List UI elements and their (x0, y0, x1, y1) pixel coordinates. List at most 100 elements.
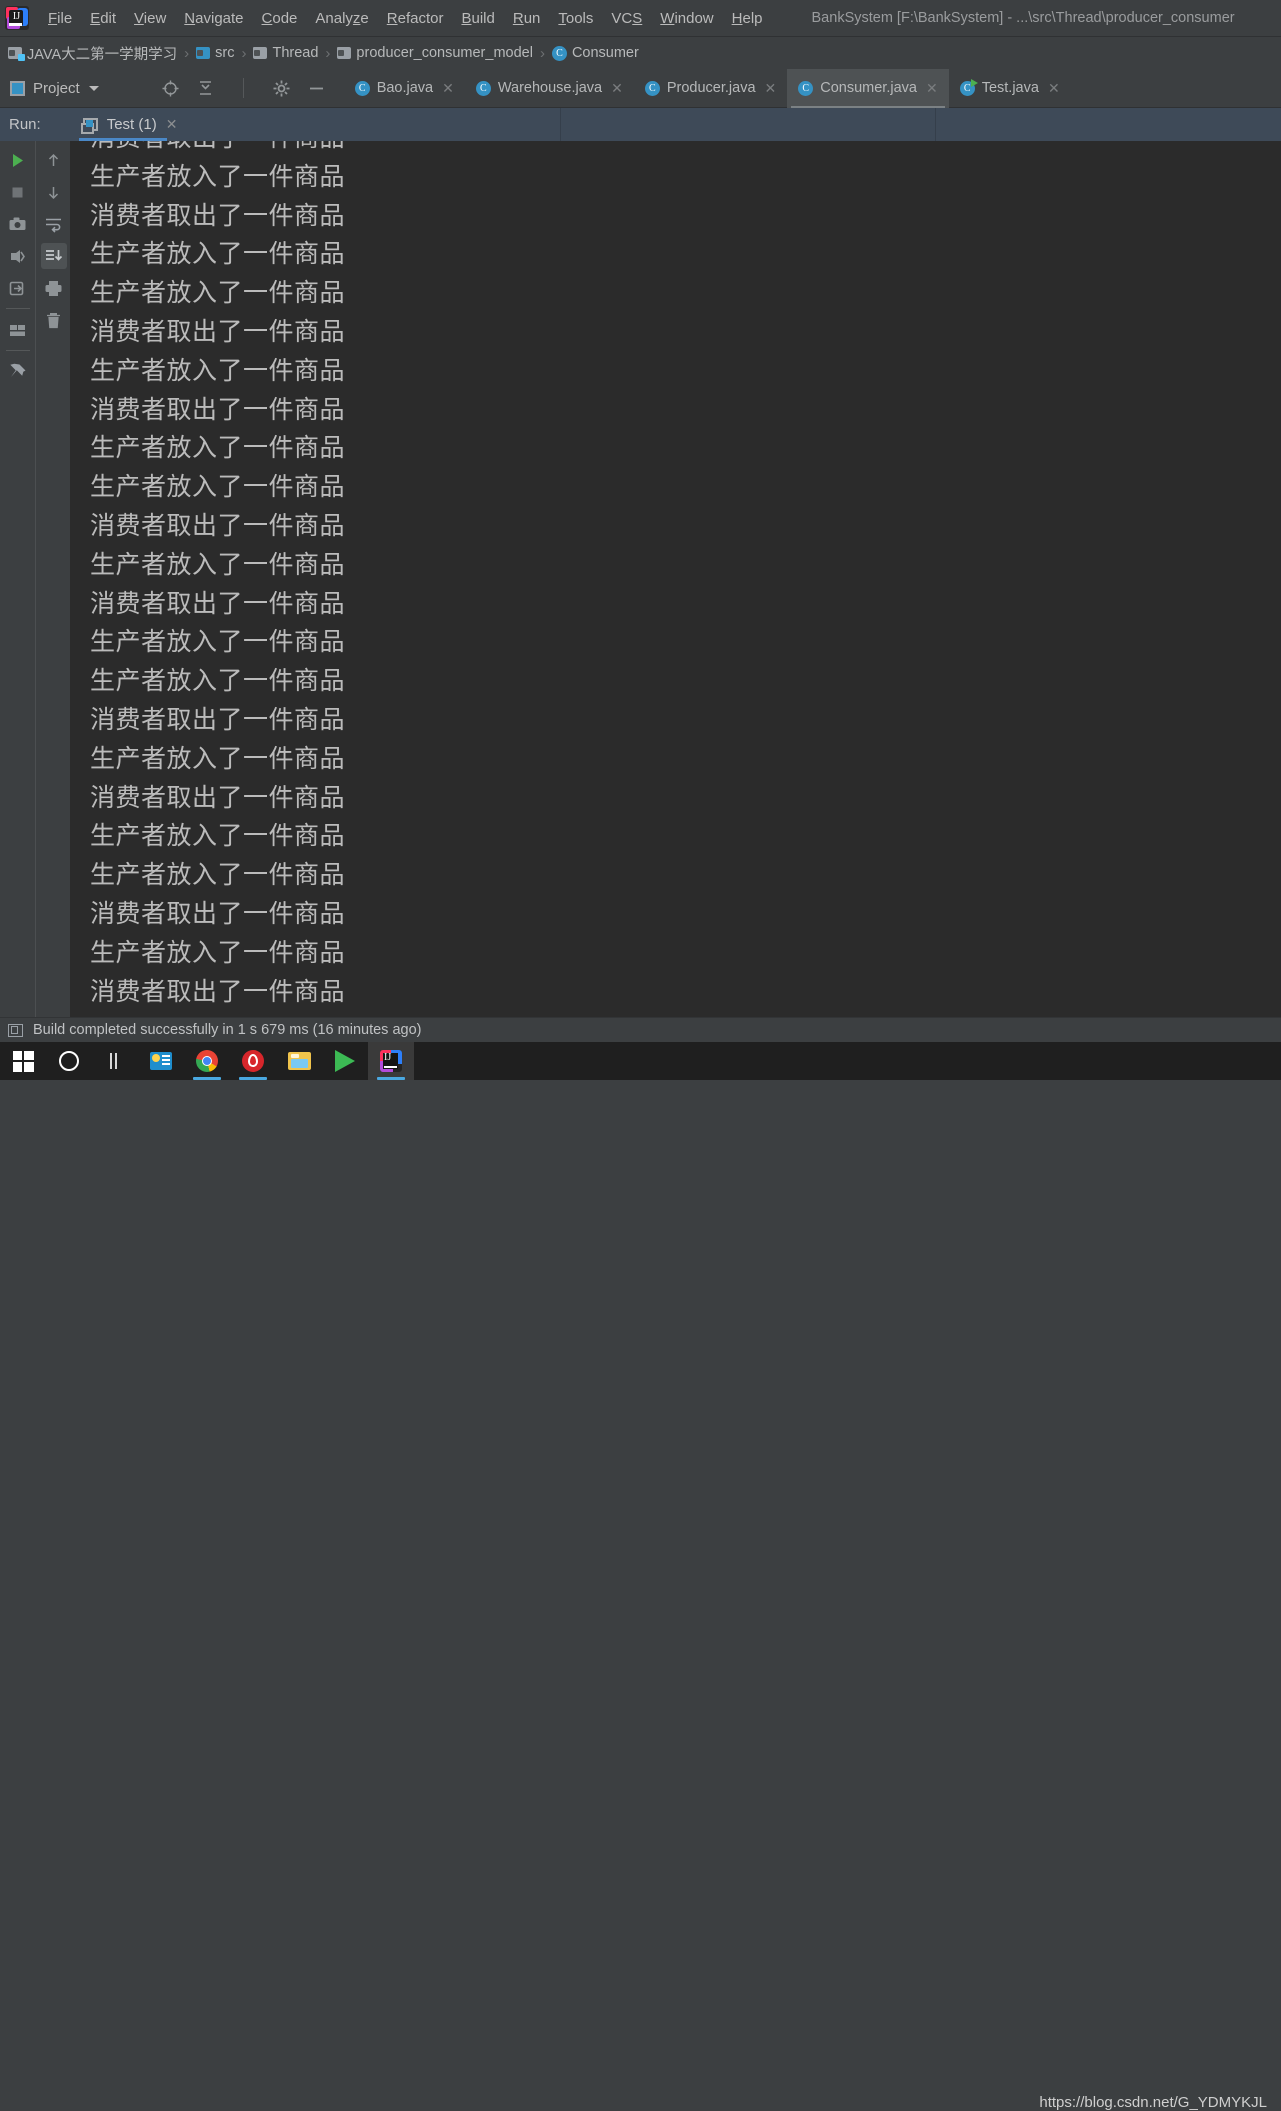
java-class-icon: C (354, 80, 370, 96)
close-icon[interactable]: ✕ (166, 116, 178, 133)
netease-music-icon[interactable] (230, 1042, 276, 1080)
collapse-all-icon[interactable] (196, 79, 215, 98)
menu-view[interactable]: View (125, 7, 175, 30)
chrome-icon[interactable] (184, 1042, 230, 1080)
settings-gear-icon[interactable] (272, 79, 291, 98)
breadcrumb-separator: › (325, 44, 331, 62)
console-output[interactable]: 消费者取出了一件商品 生产者放入了一件商品 消费者取出了一件商品 生产者放入了一… (70, 141, 1281, 1017)
pin-tab-icon[interactable] (5, 359, 31, 385)
console-line: 生产者放入了一件商品 (90, 821, 346, 851)
chrome-app-icon (196, 1050, 218, 1072)
intellij-idea-icon[interactable]: IJ (368, 1042, 414, 1080)
scroll-to-end-icon[interactable] (40, 243, 67, 269)
editor-tab-label: Consumer.java (820, 80, 917, 96)
breadcrumb-label: JAVA大二第一学期学习 (27, 46, 178, 63)
breadcrumb-label: producer_consumer_model (356, 45, 533, 61)
task-view-icon[interactable] (92, 1042, 138, 1080)
console-line: 消费者取出了一件商品 (90, 200, 346, 230)
watermark-text: https://blog.csdn.net/G_YDMYKJL (1039, 2094, 1267, 2111)
wechat-work-icon[interactable] (138, 1042, 184, 1080)
start-button-icon[interactable] (0, 1042, 46, 1080)
print-icon[interactable] (41, 275, 67, 301)
cortana-search-icon[interactable] (46, 1042, 92, 1080)
menu-help[interactable]: Help (723, 7, 772, 30)
close-icon[interactable]: ✕ (765, 80, 777, 97)
stop-icon[interactable] (5, 179, 31, 205)
menu-bar: IJ File Edit View Navigate Code Analyze … (0, 0, 1281, 37)
breadcrumb-item-thread[interactable]: Thread (253, 45, 318, 61)
editor-tab-consumer[interactable]: C Consumer.java ✕ (787, 68, 949, 108)
netease-app-icon (242, 1050, 264, 1072)
run-tool-window-header: Run: Test (1) ✕ (0, 108, 1281, 141)
menu-edit[interactable]: Edit (81, 7, 125, 30)
menu-file[interactable]: File (39, 7, 81, 30)
menu-tools[interactable]: Tools (549, 7, 602, 30)
breadcrumb-item-package[interactable]: producer_consumer_model (337, 45, 533, 61)
breadcrumb-label: Consumer (571, 45, 639, 61)
window-title: BankSystem [F:\BankSystem] - ...\src\Thr… (811, 10, 1235, 26)
rerun-run-icon[interactable] (5, 147, 31, 173)
close-icon[interactable]: ✕ (926, 80, 938, 97)
console-line: 消费者取出了一件商品 (90, 394, 346, 424)
arrow-up-icon[interactable] (41, 147, 67, 173)
console-line: 生产者放入了一件商品 (90, 472, 346, 502)
idea-app-icon: IJ (380, 1050, 402, 1072)
wechat-app-icon (150, 1052, 172, 1070)
menu-run[interactable]: Run (504, 7, 550, 30)
project-tool-window-button[interactable]: Project (10, 80, 99, 97)
task-view-bars-icon (106, 1053, 124, 1069)
breadcrumb-label: src (215, 45, 235, 61)
menu-window[interactable]: Window (651, 7, 722, 30)
java-class-icon: C (798, 80, 814, 96)
console-line: 消费者取出了一件商品 (90, 588, 346, 618)
run-actions-column-left (0, 141, 35, 385)
editor-tab-warehouse[interactable]: C Warehouse.java ✕ (465, 69, 634, 108)
camera-snapshot-icon[interactable] (5, 211, 31, 237)
media-player-icon[interactable] (322, 1042, 368, 1080)
cortana-circle-icon (59, 1051, 79, 1071)
menu-refactor[interactable]: Refactor (378, 7, 453, 30)
windows-taskbar: IJ https://blog.csdn.net/G_YDMYKJL (0, 1042, 1281, 2111)
console-line: 消费者取出了一件商品 (90, 510, 346, 540)
menu-analyze[interactable]: Analyze (306, 7, 377, 30)
editor-tab-bao[interactable]: C Bao.java ✕ (344, 69, 465, 108)
editor-tab-test[interactable]: C Test.java ✕ (949, 69, 1071, 108)
step-into-icon[interactable] (5, 275, 31, 301)
build-status-icon[interactable] (8, 1023, 23, 1037)
console-line: 生产者放入了一件商品 (90, 433, 346, 463)
build-status-message: Build completed successfully in 1 s 679 … (33, 1022, 422, 1038)
close-icon[interactable]: ✕ (442, 80, 454, 97)
file-explorer-icon[interactable] (276, 1042, 322, 1080)
console-line: 生产者放入了一件商品 (90, 627, 346, 657)
menu-build[interactable]: Build (452, 7, 503, 30)
project-toolbar-icons (161, 78, 326, 98)
close-icon[interactable]: ✕ (1048, 80, 1060, 97)
locate-target-icon[interactable] (161, 79, 180, 98)
chevron-down-icon[interactable] (88, 85, 99, 91)
breadcrumb-item-src[interactable]: src (196, 45, 234, 61)
menu-code[interactable]: Code (253, 7, 307, 30)
source-folder-icon (196, 47, 211, 59)
breadcrumb-item-class[interactable]: C Consumer (551, 45, 639, 61)
breadcrumb-separator: › (184, 44, 190, 62)
layout-icon[interactable] (5, 317, 31, 343)
console-line: 生产者放入了一件商品 (90, 239, 346, 269)
run-tab-test[interactable]: Test (1) ✕ (78, 108, 182, 141)
project-window-icon (10, 80, 25, 96)
console-line: 生产者放入了一件商品 (90, 937, 346, 967)
close-icon[interactable]: ✕ (611, 80, 623, 97)
java-class-icon: C (475, 80, 491, 96)
console-line: 生产者放入了一件商品 (90, 355, 346, 385)
arrow-down-icon[interactable] (41, 179, 67, 205)
menu-vcs[interactable]: VCS (602, 7, 651, 30)
editor-tab-producer[interactable]: C Producer.java ✕ (634, 69, 787, 108)
run-actions-column-right (35, 141, 71, 1017)
minimize-icon[interactable] (307, 79, 326, 98)
trash-icon[interactable] (41, 307, 67, 333)
breadcrumb-separator: › (241, 44, 247, 62)
menu-navigate[interactable]: Navigate (175, 7, 252, 30)
breadcrumb-item-project[interactable]: JAVA大二第一学期学习 (8, 43, 177, 64)
soft-wrap-icon[interactable] (41, 211, 67, 237)
status-bar: Build completed successfully in 1 s 679 … (0, 1017, 1281, 1042)
debug-resume-icon[interactable] (5, 243, 31, 269)
